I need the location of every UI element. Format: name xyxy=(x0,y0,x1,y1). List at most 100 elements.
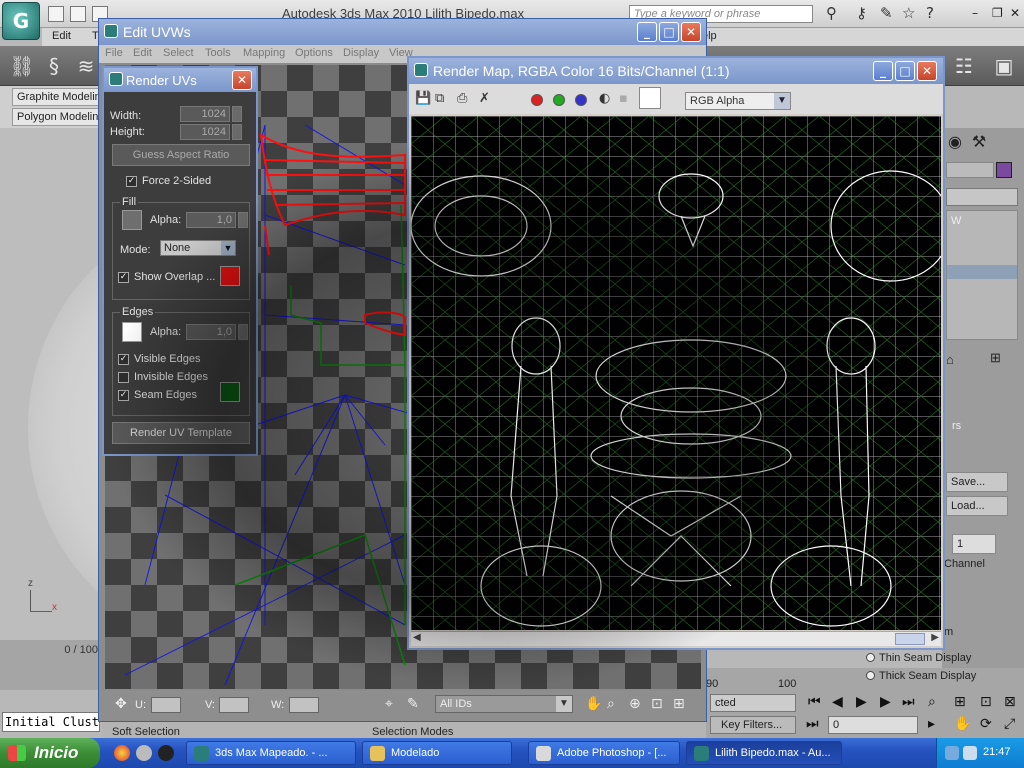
seam-color-swatch[interactable] xyxy=(220,382,240,402)
mode-dropdown[interactable]: None ▼ xyxy=(160,240,236,256)
pin-stack-icon[interactable]: ⌂ xyxy=(946,352,954,367)
red-channel-icon[interactable] xyxy=(531,94,543,106)
show-overlap-checkbox[interactable]: ✓ xyxy=(118,272,129,283)
taskbar-item-mapeado[interactable]: 3ds Max Mapeado. - ... xyxy=(186,741,356,765)
open-file-icon[interactable] xyxy=(70,6,86,22)
minimize-button[interactable]: _ xyxy=(873,61,893,81)
zoom-extents-icon[interactable]: ⊡ xyxy=(980,694,992,710)
close-button[interactable]: ✕ xyxy=(917,61,937,81)
save-button[interactable]: Save... xyxy=(946,472,1008,492)
blue-channel-icon[interactable] xyxy=(575,94,587,106)
close-icon[interactable]: ✕ xyxy=(1010,6,1020,20)
background-color-swatch[interactable] xyxy=(639,87,661,109)
new-file-icon[interactable] xyxy=(48,6,64,22)
ribbon-tab-polygon[interactable]: Polygon Modeling xyxy=(12,108,108,126)
paint-select-icon[interactable]: ✎ xyxy=(407,696,419,712)
material-ids-dropdown[interactable]: All IDs ▼ xyxy=(435,695,573,713)
bind-space-warp-icon[interactable]: ≋ xyxy=(72,52,100,80)
start-button[interactable]: Inicio xyxy=(0,738,100,768)
w-input[interactable] xyxy=(289,697,319,713)
go-to-start-icon[interactable]: ⏮ xyxy=(808,694,821,710)
fill-alpha-spinner[interactable] xyxy=(238,212,248,228)
select-and-link-icon[interactable]: ⛓ xyxy=(8,52,36,80)
overlap-color-swatch[interactable] xyxy=(220,266,240,286)
maximize-button[interactable]: □ xyxy=(659,22,679,42)
go-to-end-icon[interactable]: ⏭ xyxy=(902,694,915,710)
maximize-viewport-icon[interactable]: ⤢ xyxy=(1004,716,1015,732)
help-icon[interactable]: ? xyxy=(926,4,934,22)
display-tab-icon[interactable]: ◉ xyxy=(944,132,966,154)
menu-edit[interactable]: Edit xyxy=(52,30,71,42)
current-frame-field[interactable]: 0 xyxy=(828,716,918,734)
scroll-right-icon[interactable]: ▶ xyxy=(931,632,939,643)
menu-file[interactable]: File xyxy=(105,47,123,59)
width-spinner[interactable] xyxy=(232,106,242,122)
modifier-list-dropdown[interactable] xyxy=(946,188,1018,206)
zoom-extents-icon[interactable]: ⊡ xyxy=(651,696,663,712)
alpha-channel-icon[interactable]: ◐ xyxy=(599,91,610,106)
rendered-uv-template[interactable] xyxy=(411,116,941,630)
key-filters-button[interactable]: Key Filters... xyxy=(710,716,796,734)
force-2-sided-checkbox[interactable]: ✓ xyxy=(126,176,137,187)
height-input[interactable]: 1024 xyxy=(180,124,230,140)
max-application-button[interactable]: G xyxy=(2,2,40,40)
menu-options[interactable]: Options xyxy=(295,47,333,59)
zoom-icon[interactable]: ⌕ xyxy=(607,696,615,712)
key-mode-icon[interactable]: ⏭ xyxy=(806,716,819,732)
volume-icon[interactable] xyxy=(963,746,977,760)
render-uvs-title-bar[interactable]: Render UVs ✕ xyxy=(104,68,256,92)
zoom-extents-all-icon[interactable]: ⊠ xyxy=(1004,694,1016,710)
scroll-left-icon[interactable]: ◀ xyxy=(413,632,421,643)
clear-icon[interactable]: ✗ xyxy=(479,91,490,106)
v-input[interactable] xyxy=(219,697,249,713)
network-icon[interactable] xyxy=(945,746,959,760)
edge-alpha-spinner[interactable] xyxy=(238,324,248,340)
modifier-stack[interactable]: W xyxy=(946,210,1018,340)
configure-sets-icon[interactable]: ⊞ xyxy=(990,350,1001,366)
thick-seam-display-radio[interactable]: Thick Seam Display xyxy=(866,670,976,682)
schematic-view-icon[interactable]: ☷ xyxy=(950,52,978,80)
material-editor-icon[interactable]: ▣ xyxy=(990,52,1018,80)
green-channel-icon[interactable] xyxy=(553,94,565,106)
time-slider[interactable]: 0 / 100 xyxy=(0,640,102,690)
favorites-star-icon[interactable]: ☆ xyxy=(902,4,915,22)
selection-modes-rollout[interactable]: Selection Modes xyxy=(372,726,453,738)
height-spinner[interactable] xyxy=(232,124,242,140)
horizontal-scrollbar[interactable]: ◀ ▶ xyxy=(411,631,941,646)
load-button[interactable]: Load... xyxy=(946,496,1008,516)
quick-launch-icon[interactable] xyxy=(136,745,152,761)
soft-selection-rollout[interactable]: Soft Selection xyxy=(112,726,180,738)
parameters-rollout[interactable]: rs xyxy=(952,420,961,432)
play-icon[interactable]: ▶ xyxy=(856,694,867,710)
key-icon[interactable]: ⚷ xyxy=(856,4,867,22)
seam-edges-checkbox[interactable]: ✓ xyxy=(118,390,129,401)
clone-window-icon[interactable]: ⧉ xyxy=(435,91,444,106)
ribbon-tab-graphite[interactable]: Graphite Modeling xyxy=(12,88,108,106)
menu-edit[interactable]: Edit xyxy=(133,47,152,59)
selection-set-dropdown[interactable]: cted xyxy=(710,694,796,712)
invisible-edges-checkbox[interactable] xyxy=(118,372,129,383)
display-channel-dropdown[interactable]: RGB Alpha ▼ xyxy=(685,92,791,110)
grid-snap-icon[interactable]: ⊞ xyxy=(673,696,685,712)
previous-frame-icon[interactable]: ◀ xyxy=(832,694,843,710)
guess-aspect-ratio-button[interactable]: Guess Aspect Ratio xyxy=(112,144,250,166)
zoom-icon[interactable]: ⌕ xyxy=(928,694,936,710)
taskbar-item-photoshop[interactable]: Adobe Photoshop - [... xyxy=(528,741,680,765)
pan-view-icon[interactable]: ✋ xyxy=(954,716,971,732)
maximize-button[interactable]: □ xyxy=(895,61,915,81)
u-input[interactable] xyxy=(151,697,181,713)
selected-stack-item[interactable] xyxy=(947,265,1017,279)
minimize-icon[interactable]: – xyxy=(972,6,978,20)
width-input[interactable]: 1024 xyxy=(180,106,230,122)
zoom-region-icon[interactable]: ⊕ xyxy=(629,696,641,712)
save-image-icon[interactable]: 💾 xyxy=(415,91,431,106)
restore-icon[interactable]: ❐ xyxy=(992,6,1003,20)
visible-edges-checkbox[interactable]: ✓ xyxy=(118,354,129,365)
maxscript-listener[interactable]: Initial Clust xyxy=(2,712,100,732)
object-color-swatch[interactable] xyxy=(996,162,1012,178)
edge-alpha-input[interactable]: 1,0 xyxy=(186,324,236,340)
lock-selection-icon[interactable]: ⌖ xyxy=(385,696,393,712)
tool-icon[interactable]: ✎ xyxy=(880,4,893,22)
modifier-stack-item[interactable]: W xyxy=(951,215,961,227)
orbit-icon[interactable]: ⟳ xyxy=(980,716,992,732)
